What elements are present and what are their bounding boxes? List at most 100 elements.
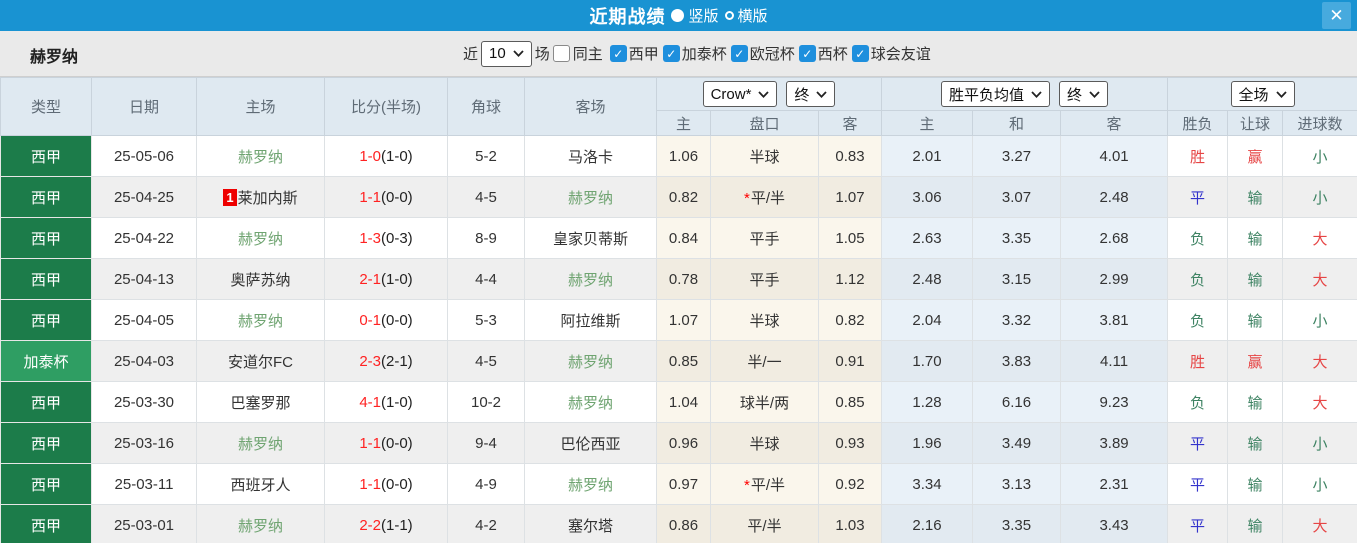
crow-away-odds-cell: 1.05 <box>817 217 883 259</box>
col-header-corner: 角球 <box>447 77 525 136</box>
odds-company-select[interactable]: Crow* <box>702 81 778 107</box>
league-checkbox-label: 加泰杯 <box>681 46 727 63</box>
corner-cell: 8-9 <box>447 217 525 259</box>
same-home-checkbox[interactable] <box>552 45 570 62</box>
result-cell: 负 <box>1167 258 1229 300</box>
home-team-cell: 西班牙人 <box>196 463 325 505</box>
away-team-cell: 阿拉维斯 <box>524 299 657 341</box>
layout-vertical-label: 竖版 <box>688 8 719 25</box>
odds-time-value: 终 <box>794 86 810 104</box>
handicap-result-cell: 输 <box>1227 258 1284 300</box>
avg-lose-cell: 2.48 <box>1060 176 1169 218</box>
crow-away-odds-cell: 1.03 <box>817 504 883 543</box>
league-checkbox[interactable]: ✓ <box>730 45 748 62</box>
away-team-name: 巴伦西亚 <box>560 435 621 453</box>
crow-home-odds-cell: 0.86 <box>656 504 711 543</box>
table-row: 西甲 25-03-11 西班牙人 1-1(0-0) 4-9 赫罗纳 0.97 *平/半 0.92… <box>0 463 1357 505</box>
table-row: 加泰杯 25-04-03 安道尔FC 2-3(2-1) 4-5 赫罗纳 0.85 半/一 0.9… <box>0 340 1357 382</box>
avg-win-cell: 2.04 <box>881 299 974 341</box>
crow-away-odds-cell: 0.91 <box>817 340 883 382</box>
home-team-cell: 安道尔FC <box>196 340 325 382</box>
near-label: 近 <box>463 46 479 63</box>
goals-result-cell: 大 <box>1282 504 1357 543</box>
date-cell: 25-04-03 <box>91 340 197 382</box>
away-team-name: 赫罗纳 <box>567 394 613 412</box>
layout-vertical-option[interactable]: 竖版 <box>671 5 719 26</box>
avg-win-cell: 2.01 <box>881 135 974 177</box>
close-button[interactable]: ✕ <box>1322 2 1351 29</box>
home-team-cell: 巴塞罗那 <box>196 381 325 423</box>
halftime-score: (0-0) <box>381 434 413 452</box>
home-team-cell: 奥萨苏纳 <box>196 258 325 300</box>
chevron-down-icon <box>758 90 770 98</box>
chevron-down-icon <box>1275 90 1287 98</box>
away-team-cell: 赫罗纳 <box>524 463 657 505</box>
handicap-cell: 球半/两 <box>710 381 819 423</box>
fulltime-score: 1-0 <box>359 147 381 165</box>
league-checkbox[interactable]: ✓ <box>662 45 680 62</box>
crow-home-odds-cell: 1.06 <box>656 135 711 177</box>
result-cell: 负 <box>1167 217 1229 259</box>
recent-count-value: 10 <box>489 45 506 62</box>
type-cell: 西甲 <box>0 176 92 218</box>
away-team-name: 赫罗纳 <box>567 189 613 207</box>
handicap-cell: 半球 <box>710 135 819 177</box>
handicap-text: 半球 <box>749 435 780 453</box>
type-cell: 西甲 <box>0 299 92 341</box>
avg-win-cell: 1.70 <box>881 340 974 382</box>
odds-time-select[interactable]: 终 <box>786 81 836 107</box>
table-row: 西甲 25-04-13 奥萨苏纳 2-1(1-0) 4-4 赫罗纳 0.78 平手 1.12 2.… <box>0 258 1357 300</box>
away-team-name: 阿拉维斯 <box>560 312 621 330</box>
score-cell: 2-3(2-1) <box>324 340 448 382</box>
avg-win-cell: 2.16 <box>881 504 974 543</box>
league-checkbox[interactable]: ✓ <box>851 45 869 62</box>
fulltime-score: 1-1 <box>359 475 381 493</box>
avg-draw-cell: 3.49 <box>972 422 1062 464</box>
halftime-score: (0-0) <box>381 475 413 493</box>
crow-home-odds-cell: 0.82 <box>656 176 711 218</box>
goals-result-cell: 大 <box>1282 217 1357 259</box>
handicap-text: 半/一 <box>747 353 782 371</box>
title-group: 近期战绩 竖版 横版 <box>589 3 767 29</box>
home-team-name: 安道尔FC <box>228 353 293 371</box>
result-cell: 平 <box>1167 176 1229 218</box>
scope-select[interactable]: 全场 <box>1230 81 1295 107</box>
avg-draw-cell: 3.32 <box>972 299 1062 341</box>
halftime-score: (2-1) <box>381 352 413 370</box>
crow-home-odds-cell: 0.78 <box>656 258 711 300</box>
date-cell: 25-04-25 <box>91 176 197 218</box>
result-cell: 平 <box>1167 422 1229 464</box>
odds-company-value: Crow* <box>710 85 752 103</box>
avg-lose-cell: 9.23 <box>1060 381 1169 423</box>
home-team-cell: 1 莱加内斯 <box>196 176 325 218</box>
type-cell: 加泰杯 <box>0 340 92 382</box>
recent-count-select[interactable]: 10 <box>481 40 532 67</box>
crow-home-odds-cell: 0.85 <box>656 340 711 382</box>
date-cell: 25-03-30 <box>91 381 197 423</box>
avg-time-select[interactable]: 终 <box>1059 81 1109 107</box>
avg-lose-cell: 2.68 <box>1060 217 1169 259</box>
fulltime-score: 2-1 <box>359 270 381 288</box>
avg-draw-cell: 3.27 <box>972 135 1062 177</box>
layout-horizontal-option[interactable]: 横版 <box>724 5 768 26</box>
handicap-text: 平/半 <box>747 517 782 535</box>
avg-lose-cell: 4.01 <box>1060 135 1169 177</box>
avg-select-cell: 胜平负均值 终 <box>881 77 1169 111</box>
avg-lose-cell: 2.99 <box>1060 258 1169 300</box>
handicap-cell: 平/半 <box>710 504 819 543</box>
score-cell: 2-2(1-1) <box>324 504 448 543</box>
league-checkbox[interactable]: ✓ <box>609 45 627 62</box>
date-cell: 25-04-05 <box>91 299 197 341</box>
odds-select-cell: Crow* 终 <box>655 77 883 111</box>
home-team-name: 赫罗纳 <box>237 517 283 535</box>
avg-type-select[interactable]: 胜平负均值 <box>941 81 1051 107</box>
handicap-cell: 平手 <box>710 258 819 300</box>
away-team-name: 赫罗纳 <box>567 271 613 289</box>
scope-value: 全场 <box>1238 86 1269 104</box>
handicap-result-cell: 输 <box>1227 299 1284 341</box>
league-checkbox[interactable]: ✓ <box>798 45 816 62</box>
col-header-type: 类型 <box>0 77 92 136</box>
col-header-date: 日期 <box>91 77 197 136</box>
handicap-text: 平手 <box>749 230 780 248</box>
home-team-cell: 赫罗纳 <box>196 135 325 177</box>
